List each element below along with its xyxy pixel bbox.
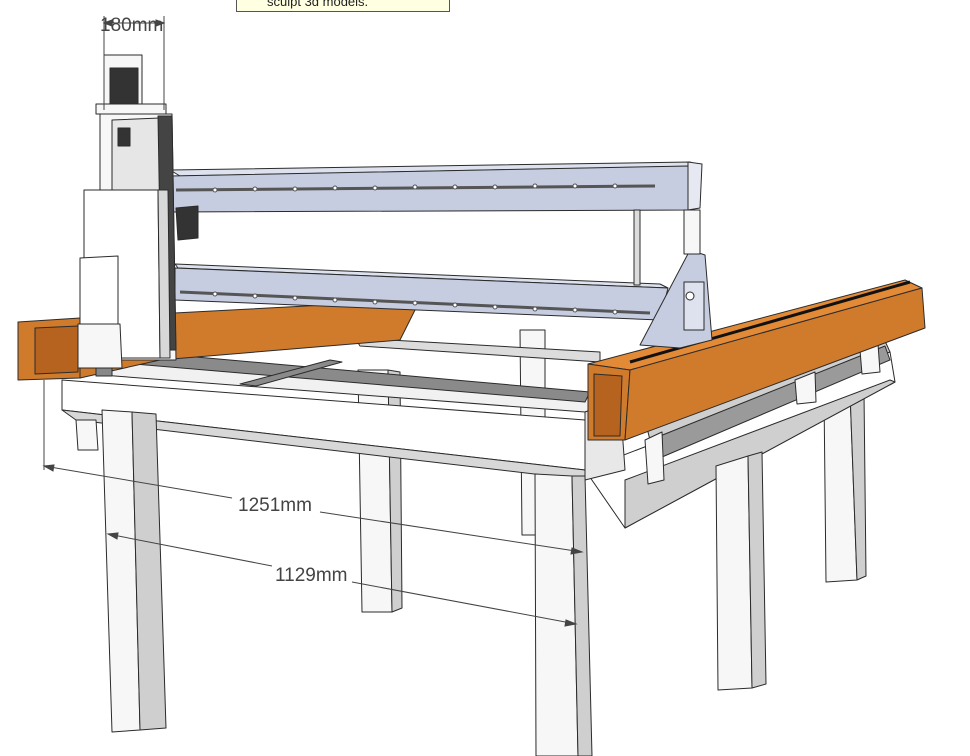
cnc-router-model[interactable]: 180mm 1251mm 1129mm	[0, 0, 970, 756]
dimension-spindle-width: 180mm	[100, 15, 163, 36]
dimension-inner-width: 1129mm	[275, 565, 348, 586]
dimension-outer-width: 1251mm	[238, 495, 312, 516]
